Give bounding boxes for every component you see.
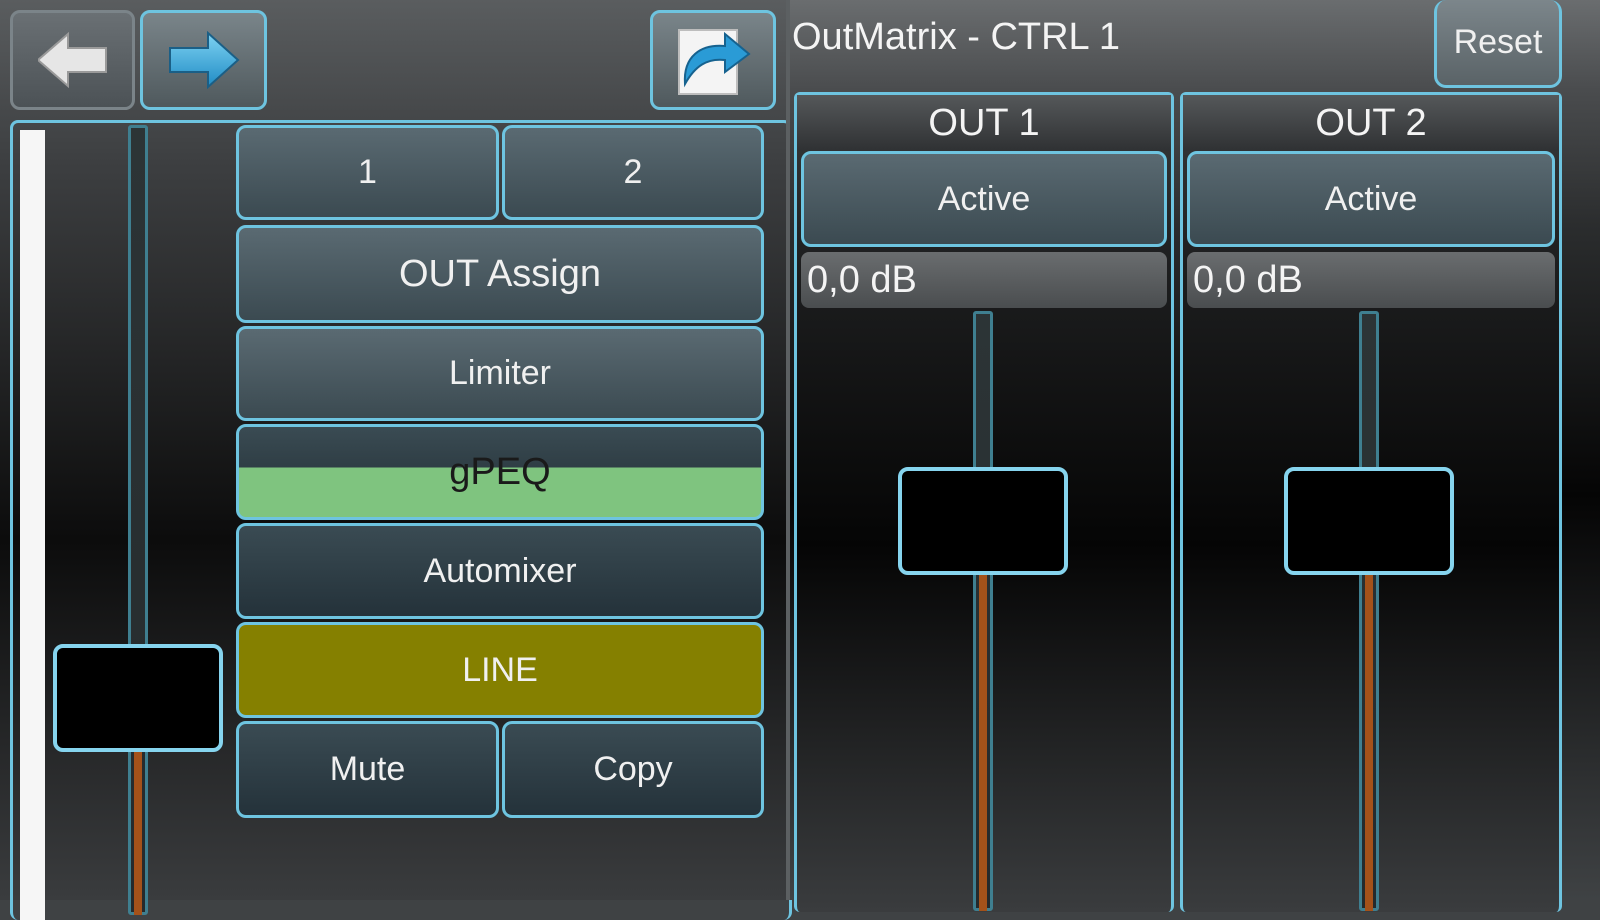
limiter-button[interactable]: Limiter	[236, 326, 764, 421]
input-fader-knob[interactable]	[53, 643, 223, 752]
back-arrow-icon	[37, 32, 108, 88]
active-button[interactable]: Active	[1187, 151, 1555, 247]
channel-strip-pane: 1 2 OUT Assign Limiter gPEQ Automixer LI…	[0, 0, 792, 920]
tab-2[interactable]: 2	[502, 125, 764, 220]
page-title: OutMatrix - CTRL 1	[792, 16, 1120, 58]
back-button[interactable]	[10, 10, 135, 110]
channel-fader-fill	[1365, 521, 1373, 911]
copy-button[interactable]: Copy	[502, 721, 764, 818]
channel-out-2: OUT 2 Active 0,0 dB	[1180, 92, 1562, 912]
mute-button[interactable]: Mute	[236, 721, 499, 818]
channel-fader-knob[interactable]	[1284, 467, 1454, 575]
channel-name: OUT 2	[1183, 95, 1559, 151]
channel-fader-fill	[979, 521, 987, 911]
channel-fader-knob[interactable]	[898, 467, 1068, 575]
automixer-button[interactable]: Automixer	[236, 523, 764, 619]
level-meter	[20, 130, 45, 920]
out-assign-button[interactable]: OUT Assign	[236, 225, 764, 323]
gain-readout[interactable]: 0,0 dB	[1187, 252, 1555, 308]
page-flip-button[interactable]	[650, 10, 776, 110]
active-button[interactable]: Active	[801, 151, 1167, 247]
line-button[interactable]: LINE	[236, 622, 764, 718]
gpeq-button[interactable]: gPEQ	[236, 424, 764, 520]
out-matrix-pane: OutMatrix - CTRL 1 Reset OUT 1 Active 0,…	[790, 0, 1600, 912]
channel-name: OUT 1	[797, 95, 1171, 151]
reset-button[interactable]: Reset	[1434, 0, 1562, 88]
channel-out-1: OUT 1 Active 0,0 dB	[794, 92, 1174, 912]
tab-1[interactable]: 1	[236, 125, 499, 220]
forward-arrow-icon	[168, 31, 240, 89]
forward-button[interactable]	[140, 10, 267, 110]
page-curl-arrow-icon	[673, 22, 753, 98]
gain-readout[interactable]: 0,0 dB	[801, 252, 1167, 308]
